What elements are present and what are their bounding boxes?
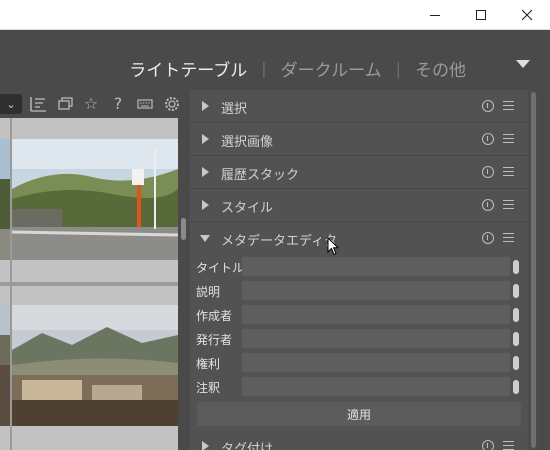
expand-arrow-icon	[202, 441, 209, 450]
presets-menu-icon[interactable]	[503, 440, 514, 450]
lighttable-scrollbar[interactable]	[178, 118, 190, 450]
metadata-label: タイトル	[196, 261, 245, 275]
metadata-label: 作成者	[196, 309, 233, 323]
expand-arrow-icon	[202, 101, 209, 111]
module-tagging[interactable]: タグ付け	[190, 430, 530, 450]
view-lighttable[interactable]: ライトテーブル	[129, 56, 247, 81]
field-resize-handle[interactable]	[513, 332, 519, 346]
presets-menu-icon[interactable]	[503, 232, 514, 243]
layout-dropdown[interactable]: ⌄	[0, 94, 22, 114]
reset-icon[interactable]	[482, 232, 494, 244]
gear-icon-graphic	[165, 97, 179, 111]
right-panel: 選択 選択画像 履歴スタック スタイル メタデータエディタ タイトル 説明 作成…	[190, 90, 538, 450]
apply-button[interactable]: 適用	[197, 402, 521, 426]
metadata-row-rights: 権利	[190, 352, 530, 374]
town-hillside-photo[interactable]	[0, 139, 10, 260]
reset-icon[interactable]	[482, 133, 494, 145]
module-metadata-editor[interactable]: メタデータエディタ	[190, 222, 530, 255]
collapse-arrow-icon	[200, 235, 210, 242]
scrollbar-thumb[interactable]	[181, 218, 186, 240]
sort-icon-graphic	[30, 97, 46, 112]
mountain-village-photo[interactable]	[12, 305, 178, 426]
panel-scrollbar[interactable]	[528, 90, 538, 450]
title-field[interactable]	[242, 257, 510, 276]
gear-icon[interactable]	[162, 94, 182, 114]
module-styles[interactable]: スタイル	[190, 189, 530, 222]
field-resize-handle[interactable]	[513, 308, 519, 322]
view-separator: |	[261, 59, 267, 78]
mouse-cursor-icon	[327, 237, 339, 256]
creator-field[interactable]	[242, 305, 510, 324]
reset-icon[interactable]	[482, 166, 494, 178]
scrollbar-thumb[interactable]	[531, 92, 536, 448]
metadata-label: 注釈	[196, 381, 221, 395]
metadata-label: 権利	[196, 357, 221, 371]
presets-menu-icon[interactable]	[503, 166, 514, 177]
metadata-label: 説明	[196, 285, 221, 299]
rights-field[interactable]	[242, 353, 510, 372]
close-button[interactable]	[504, 0, 550, 30]
lighttable-toolbar: ⌄ ☆ ?	[0, 90, 190, 118]
view-darkroom[interactable]: ダークルーム	[281, 56, 382, 81]
metadata-row-creator: 作成者	[190, 304, 530, 326]
metadata-row-publisher: 発行者	[190, 328, 530, 350]
field-resize-handle[interactable]	[513, 356, 519, 370]
darktable-window: ライトテーブル | ダークルーム | その他 ⌄ ☆ ? 選択 選択画像 履歴ス…	[0, 0, 550, 450]
maximize-button[interactable]	[458, 0, 504, 30]
keyboard-icon[interactable]	[135, 94, 155, 114]
header: ライトテーブル | ダークルーム | その他	[0, 30, 550, 90]
module-select[interactable]: 選択	[190, 90, 530, 123]
chevron-down-icon: ⌄	[6, 97, 16, 111]
module-label: 選択	[221, 102, 248, 117]
reset-icon[interactable]	[482, 199, 494, 211]
module-label: メタデータエディタ	[221, 234, 338, 249]
reset-icon[interactable]	[482, 440, 494, 450]
title-bar	[0, 0, 550, 30]
module-label: 履歴スタック	[221, 168, 300, 183]
module-label: タグ付け	[221, 442, 274, 450]
expand-arrow-icon	[202, 167, 209, 177]
publisher-field[interactable]	[242, 329, 510, 348]
description-field[interactable]	[242, 281, 510, 300]
view-separator: |	[395, 59, 401, 78]
grouping-icon-graphic	[58, 97, 73, 110]
help-icon[interactable]: ?	[108, 94, 128, 114]
maximize-icon	[476, 10, 486, 20]
expand-arrow-icon	[202, 134, 209, 144]
road-mountain-photo[interactable]	[12, 139, 178, 260]
reset-icon[interactable]	[482, 100, 494, 112]
module-selected-images[interactable]: 選択画像	[190, 123, 530, 156]
metadata-row-description: 説明	[190, 280, 530, 302]
metadata-row-notes: 注釈	[190, 376, 530, 398]
metadata-row-title: タイトル	[190, 256, 530, 278]
minimize-button[interactable]	[412, 0, 458, 30]
close-icon	[521, 9, 533, 21]
module-label: スタイル	[221, 201, 274, 216]
presets-menu-icon[interactable]	[503, 100, 514, 111]
view-other[interactable]: その他	[415, 56, 466, 81]
keyboard-icon-graphic	[137, 99, 153, 109]
grouping-icon[interactable]	[55, 94, 75, 114]
minimize-icon	[430, 15, 440, 16]
module-label: 選択画像	[221, 135, 274, 150]
notes-field[interactable]	[242, 377, 510, 396]
coastal-village-photo[interactable]	[0, 305, 10, 426]
triangle-down-icon[interactable]	[516, 60, 530, 68]
presets-menu-icon[interactable]	[503, 133, 514, 144]
presets-menu-icon[interactable]	[503, 199, 514, 210]
lighttable-grid	[0, 118, 178, 450]
star-icon[interactable]: ☆	[81, 94, 101, 114]
view-switcher: ライトテーブル | ダークルーム | その他	[129, 56, 466, 81]
sort-icon[interactable]	[28, 94, 48, 114]
expand-arrow-icon	[202, 200, 209, 210]
module-history-stack[interactable]: 履歴スタック	[190, 156, 530, 189]
field-resize-handle[interactable]	[513, 260, 519, 274]
field-resize-handle[interactable]	[513, 380, 519, 394]
metadata-label: 発行者	[196, 333, 233, 347]
field-resize-handle[interactable]	[513, 284, 519, 298]
